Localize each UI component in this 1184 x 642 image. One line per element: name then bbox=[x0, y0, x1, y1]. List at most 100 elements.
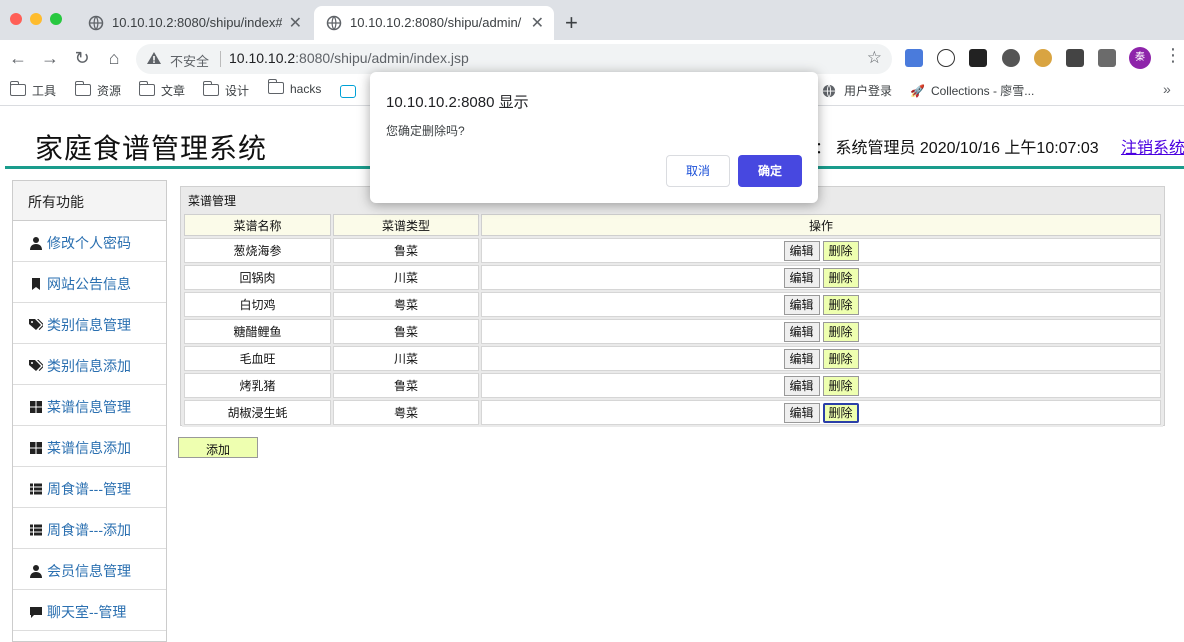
sidebar-item-category-manage[interactable]: 类别信息管理 bbox=[13, 303, 166, 344]
divider bbox=[220, 51, 221, 67]
more-bookmarks-icon[interactable]: » bbox=[1163, 81, 1171, 97]
extension-icon[interactable] bbox=[969, 49, 987, 67]
bookmark-icon bbox=[32, 278, 40, 290]
site-title: 家庭食谱管理系统 bbox=[35, 133, 268, 164]
table-row: 葱烧海参 鲁菜 编辑 删除 bbox=[184, 238, 1161, 263]
bookmark-folder[interactable]: 设计 bbox=[202, 81, 249, 102]
menu-icon[interactable]: ⋮ bbox=[1164, 45, 1182, 66]
translate-extension-icon[interactable] bbox=[905, 49, 923, 67]
close-window-icon[interactable] bbox=[10, 13, 22, 25]
edit-button[interactable]: 编辑 bbox=[783, 375, 820, 396]
close-tab-icon[interactable]: ✕ bbox=[289, 13, 302, 33]
grid-icon bbox=[30, 401, 42, 413]
close-tab-icon[interactable]: ✕ bbox=[531, 13, 544, 33]
row-actions: 编辑 删除 bbox=[481, 400, 1161, 425]
extension-icon[interactable] bbox=[1002, 49, 1020, 67]
sidebar-item-recipe-add[interactable]: 菜谱信息添加 bbox=[13, 426, 166, 467]
recipe-type: 鲁菜 bbox=[333, 373, 479, 398]
sidebar: 所有功能 修改个人密码 网站公告信息 类别信息管理 类别信息添加 菜谱信息管理 … bbox=[12, 180, 167, 642]
table-row: 胡椒浸生蚝 粤菜 编辑 删除 bbox=[184, 400, 1161, 425]
recipe-table: 菜谱名称 菜谱类型 操作 葱烧海参 鲁菜 编辑 删除 回锅肉 川菜 编辑 删除 白切鸡 粤菜 编辑删… bbox=[182, 212, 1163, 427]
edit-button[interactable]: 编辑 bbox=[783, 321, 820, 342]
sidebar-item-chat-manage[interactable]: 聊天室--管理 bbox=[13, 590, 166, 631]
back-icon[interactable]: ← bbox=[6, 46, 30, 70]
row-actions: 编辑 删除 bbox=[481, 292, 1161, 317]
edit-button[interactable]: 编辑 bbox=[783, 348, 820, 369]
recipe-name: 毛血旺 bbox=[184, 346, 331, 371]
home-icon[interactable]: ⌂ bbox=[102, 46, 126, 70]
recipe-type: 川菜 bbox=[333, 346, 479, 371]
dialog-message: 您确定删除吗? bbox=[386, 124, 465, 138]
cookie-extension-icon[interactable] bbox=[1034, 49, 1052, 67]
delete-button[interactable]: 删除 bbox=[822, 267, 859, 288]
bilibili-bookmark-icon[interactable] bbox=[340, 85, 356, 98]
recipe-type: 鲁菜 bbox=[333, 319, 479, 344]
sidebar-item-category-add[interactable]: 类别信息添加 bbox=[13, 344, 166, 385]
globe-icon bbox=[326, 15, 342, 31]
delete-button[interactable]: 删除 bbox=[822, 294, 859, 315]
sidebar-item-weekly-add[interactable]: 周食谱---添加 bbox=[13, 508, 166, 549]
delete-button[interactable]: 删除 bbox=[822, 348, 859, 369]
sidebar-item-member-manage[interactable]: 会员信息管理 bbox=[13, 549, 166, 590]
folder-icon bbox=[267, 79, 284, 94]
edit-button[interactable]: 编辑 bbox=[783, 402, 820, 423]
sidebar-item-change-password[interactable]: 修改个人密码 bbox=[13, 221, 166, 262]
delete-button[interactable]: 删除 bbox=[822, 402, 859, 423]
edit-button[interactable]: 编辑 bbox=[783, 240, 820, 261]
bookmark-folder[interactable]: 文章 bbox=[138, 81, 185, 102]
minimize-window-icon[interactable] bbox=[30, 13, 42, 25]
browser-tab-1[interactable]: 10.10.10.2:8080/shipu/admin/in ✕ bbox=[314, 6, 554, 40]
globe-icon bbox=[822, 84, 836, 98]
puzzle-extensions-icon[interactable] bbox=[1098, 49, 1116, 67]
bookmark-link[interactable]: 用户登录 bbox=[822, 82, 892, 102]
table-row: 白切鸡 粤菜 编辑 删除 bbox=[184, 292, 1161, 317]
edit-button[interactable]: 编辑 bbox=[783, 267, 820, 288]
user-info: ： 系统管理员 2020/10/16 上午10:07:03 bbox=[815, 140, 1099, 157]
cube-extension-icon[interactable] bbox=[1066, 49, 1084, 67]
bookmark-folder[interactable]: hacks bbox=[267, 79, 321, 102]
profile-avatar[interactable]: 秦 bbox=[1129, 47, 1151, 69]
recipe-name: 糖醋鲤鱼 bbox=[184, 319, 331, 344]
sidebar-title: 所有功能 bbox=[13, 181, 166, 221]
tags-icon bbox=[29, 319, 43, 330]
row-actions: 编辑 删除 bbox=[481, 346, 1161, 371]
folder-icon bbox=[138, 81, 155, 96]
delete-button[interactable]: 删除 bbox=[822, 240, 859, 261]
confirm-dialog: 10.10.10.2:8080 显示 您确定删除吗? 取消 确定 bbox=[370, 72, 818, 203]
delete-button[interactable]: 删除 bbox=[822, 321, 859, 342]
grid-icon bbox=[30, 442, 42, 454]
recipe-name: 烤乳猪 bbox=[184, 373, 331, 398]
warning-icon bbox=[147, 52, 161, 64]
cancel-button[interactable]: 取消 bbox=[666, 155, 730, 187]
bookmark-star-icon[interactable]: ☆ bbox=[867, 48, 882, 68]
url-text: 10.10.10.2:8080/shipu/admin/index.jsp bbox=[229, 50, 469, 66]
recipe-name: 葱烧海参 bbox=[184, 238, 331, 263]
column-header: 菜谱名称 bbox=[184, 214, 331, 236]
bookmark-folder[interactable]: 资源 bbox=[74, 81, 121, 102]
recipe-name: 回锅肉 bbox=[184, 265, 331, 290]
folder-icon bbox=[202, 81, 219, 96]
table-row: 烤乳猪 鲁菜 编辑 删除 bbox=[184, 373, 1161, 398]
ok-button[interactable]: 确定 bbox=[738, 155, 802, 187]
address-bar[interactable]: 不安全 10.10.10.2:8080/shipu/admin/index.js… bbox=[136, 44, 892, 74]
new-tab-icon[interactable]: + bbox=[565, 10, 578, 36]
recipe-type: 川菜 bbox=[333, 265, 479, 290]
table-row: 毛血旺 川菜 编辑 删除 bbox=[184, 346, 1161, 371]
logout-link[interactable]: 注销系统 bbox=[1121, 134, 1184, 158]
forward-icon[interactable]: → bbox=[38, 46, 62, 70]
bookmark-folder[interactable]: 工具 bbox=[9, 81, 56, 102]
recipe-type: 鲁菜 bbox=[333, 238, 479, 263]
list-icon bbox=[30, 483, 42, 495]
sidebar-item-announcements[interactable]: 网站公告信息 bbox=[13, 262, 166, 303]
add-button[interactable]: 添加 bbox=[178, 437, 258, 458]
bookmark-link[interactable]: 🚀 Collections - 廖雪... bbox=[910, 82, 1034, 102]
delete-button[interactable]: 删除 bbox=[822, 375, 859, 396]
cat-extension-icon[interactable] bbox=[937, 49, 955, 67]
sidebar-item-weekly-manage[interactable]: 周食谱---管理 bbox=[13, 467, 166, 508]
edit-button[interactable]: 编辑 bbox=[783, 294, 820, 315]
reload-icon[interactable]: ↻ bbox=[70, 46, 94, 70]
zoom-window-icon[interactable] bbox=[50, 13, 62, 25]
browser-tab-0[interactable]: 10.10.10.2:8080/shipu/index# ✕ bbox=[76, 6, 312, 40]
column-header: 操作 bbox=[481, 214, 1161, 236]
sidebar-item-recipe-manage[interactable]: 菜谱信息管理 bbox=[13, 385, 166, 426]
